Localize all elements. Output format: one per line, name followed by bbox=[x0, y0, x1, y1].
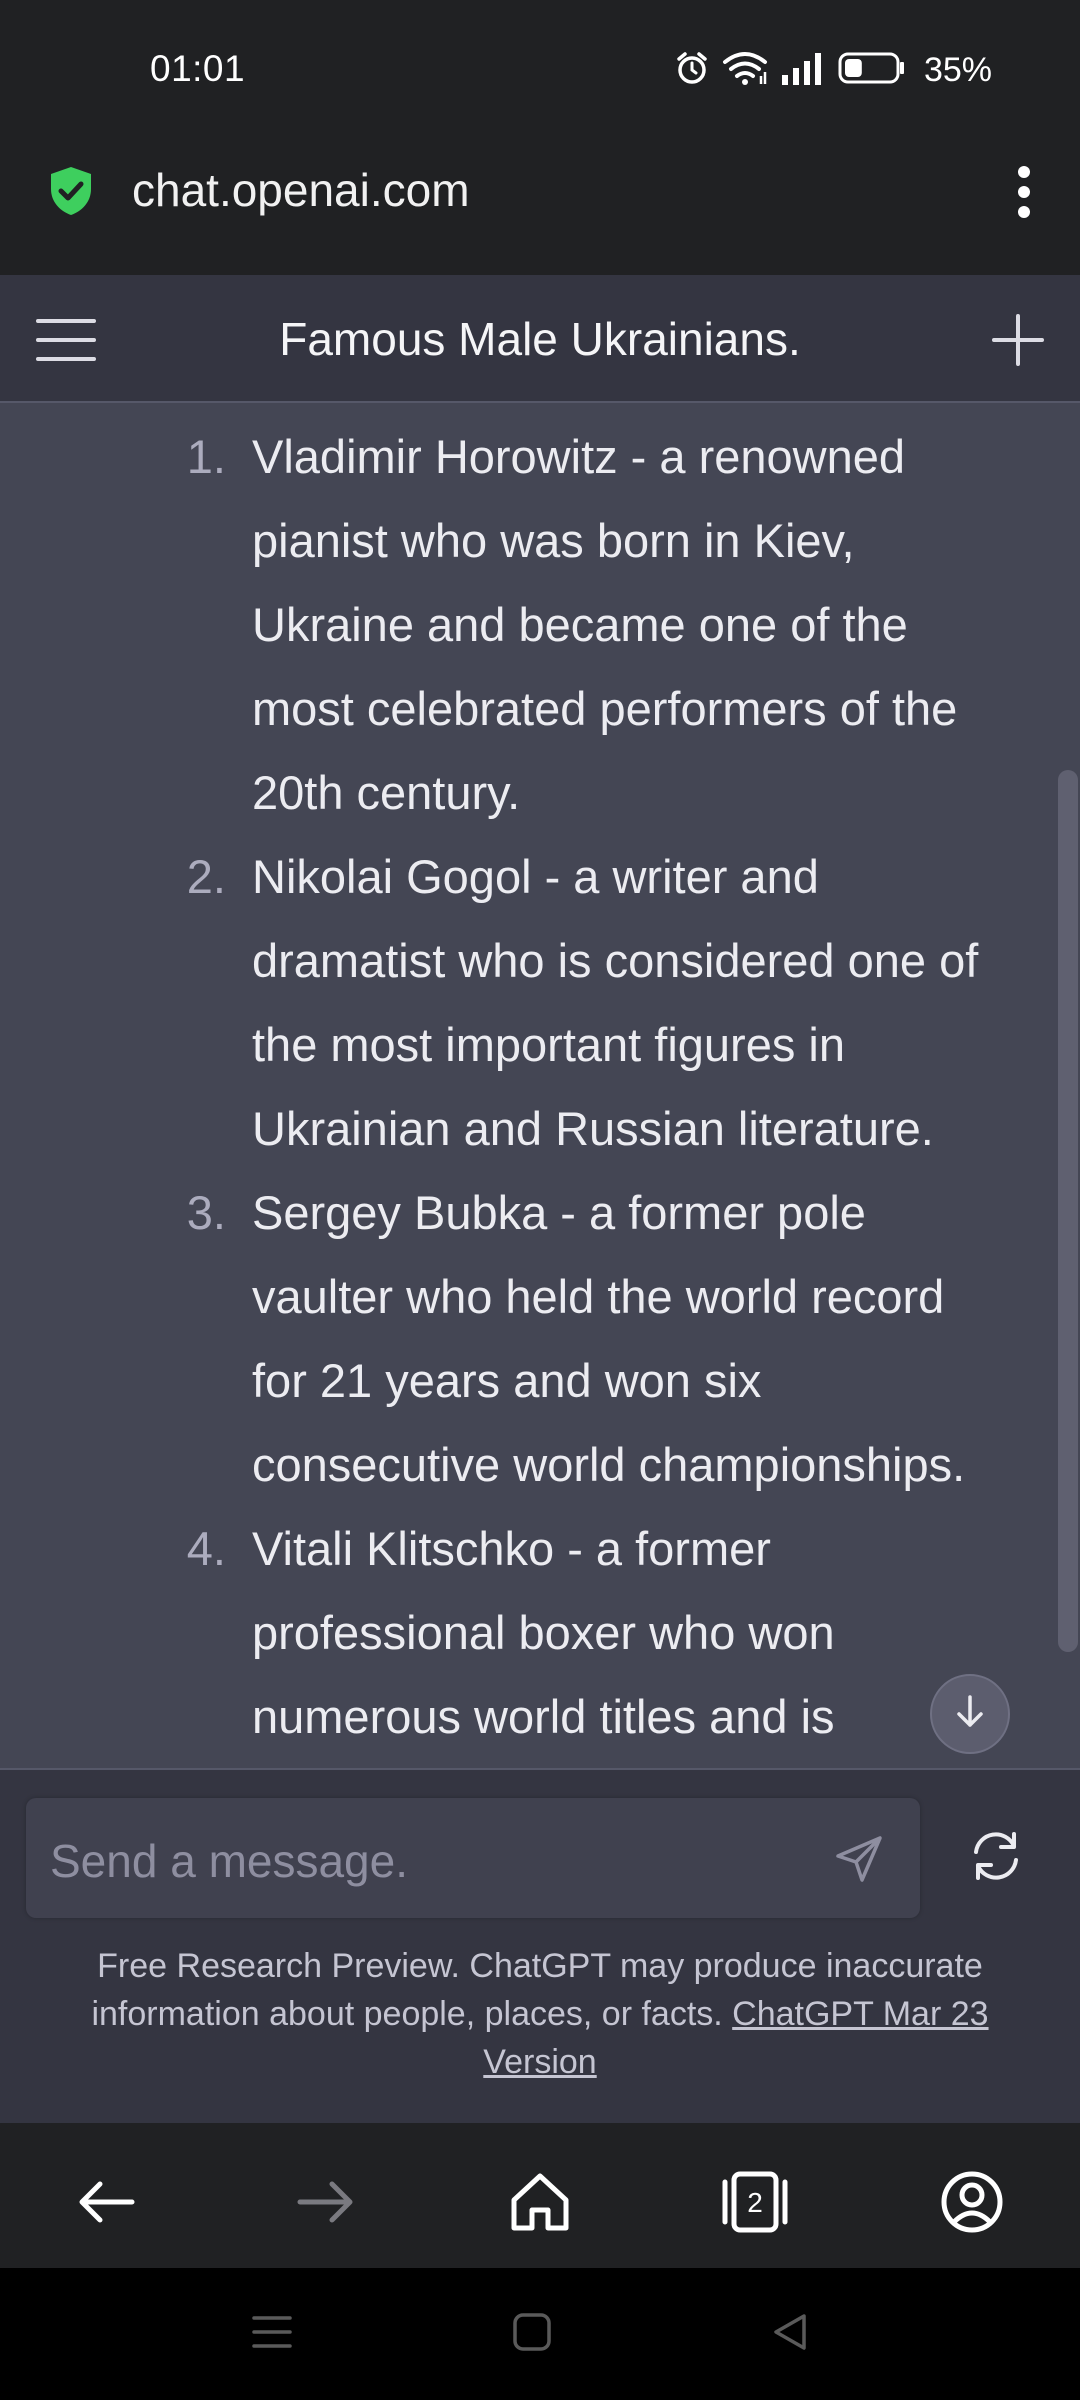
home-button-icon[interactable] bbox=[512, 2312, 552, 2357]
list-item-number: 3. bbox=[186, 1186, 226, 1239]
numbered-list: 1. Vladimir Horowitz - a renowned pianis… bbox=[0, 415, 1000, 1759]
message-input-placeholder: Send a message. bbox=[50, 1835, 409, 1887]
tab-count: 2 bbox=[747, 2187, 763, 2218]
page-title: Famous Male Ukrainians. bbox=[279, 313, 801, 365]
list-item-text: Sergey Bubka - a former pole vaulter who… bbox=[252, 1186, 966, 1491]
list-item-text: Vitali Klitschko - a former professional… bbox=[252, 1522, 835, 1743]
recent-apps-icon[interactable] bbox=[252, 2312, 292, 2357]
scrollbar-thumb[interactable] bbox=[1058, 770, 1078, 1652]
signal-icon bbox=[780, 51, 826, 90]
send-icon[interactable] bbox=[834, 1834, 884, 1889]
list-item: 3. Sergey Bubka - a former pole vaulter … bbox=[0, 1171, 1000, 1507]
list-item-text: Nikolai Gogol - a writer and dramatist w… bbox=[252, 850, 979, 1155]
system-back-icon[interactable] bbox=[770, 2312, 810, 2357]
chat-message-area: 1. Vladimir Horowitz - a renowned pianis… bbox=[0, 403, 1080, 1768]
wifi-icon bbox=[722, 50, 768, 91]
shield-check-icon[interactable] bbox=[48, 165, 94, 222]
scroll-to-bottom-button[interactable] bbox=[930, 1674, 1010, 1754]
home-icon[interactable] bbox=[508, 2170, 572, 2234]
forward-arrow-icon[interactable] bbox=[292, 2170, 356, 2234]
list-item: 4. Vitali Klitschko - a former professio… bbox=[0, 1507, 1000, 1759]
new-chat-icon[interactable] bbox=[992, 314, 1044, 366]
status-time: 01:01 bbox=[150, 48, 246, 89]
tabs-icon[interactable]: 2 bbox=[720, 2170, 790, 2234]
list-item-number: 1. bbox=[186, 430, 226, 483]
status-bar: 01:01 35% bbox=[0, 0, 1080, 140]
battery-icon bbox=[838, 50, 906, 91]
list-item-number: 2. bbox=[186, 850, 226, 903]
alarm-icon bbox=[674, 50, 710, 91]
regenerate-icon[interactable] bbox=[968, 1828, 1024, 1884]
disclaimer: Free Research Preview. ChatGPT may produ… bbox=[60, 1942, 1020, 2086]
list-item: 1. Vladimir Horowitz - a renowned pianis… bbox=[0, 415, 1000, 835]
status-icons: 35% bbox=[674, 50, 992, 91]
more-options-icon[interactable] bbox=[1004, 162, 1044, 222]
list-item: 2. Nikolai Gogol - a writer and dramatis… bbox=[0, 835, 1000, 1171]
list-item-text: Vladimir Horowitz - a renowned pianist w… bbox=[252, 430, 958, 819]
message-input[interactable]: Send a message. bbox=[26, 1798, 920, 1918]
list-item-number: 4. bbox=[186, 1522, 226, 1575]
url-text[interactable]: chat.openai.com bbox=[132, 163, 470, 217]
account-icon[interactable] bbox=[940, 2170, 1004, 2234]
arrow-down-icon bbox=[954, 1694, 986, 1735]
battery-percent: 35% bbox=[923, 51, 992, 89]
back-arrow-icon[interactable] bbox=[76, 2170, 140, 2234]
